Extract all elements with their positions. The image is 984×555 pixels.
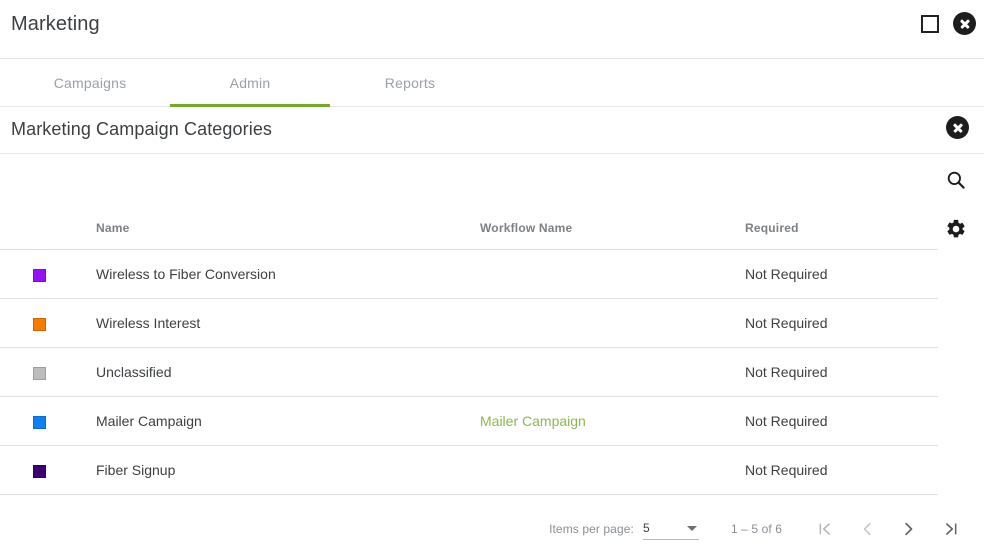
row-color-cell (0, 249, 96, 299)
window-title-bar: Marketing (0, 0, 984, 59)
section-close-button[interactable] (946, 116, 969, 139)
row-color-cell (0, 396, 96, 446)
row-workflow (480, 347, 745, 397)
table-row[interactable]: Mailer Campaign Mailer Campaign Not Requ… (0, 396, 938, 446)
row-workflow (480, 298, 745, 348)
paginator: Items per page: 5 1 – 5 of 6 (0, 507, 984, 551)
row-required: Not Required (745, 445, 938, 495)
row-name: Mailer Campaign (96, 396, 480, 446)
section-title: Marketing Campaign Categories (11, 119, 273, 139)
circle-close-icon[interactable] (953, 12, 976, 35)
next-page-icon[interactable] (896, 516, 922, 542)
row-color-cell (0, 298, 96, 348)
row-workflow: Mailer Campaign (480, 396, 745, 446)
color-swatch (33, 317, 46, 331)
col-header-workflow-name: Workflow Name (480, 155, 745, 250)
tab-admin[interactable]: Admin (170, 59, 330, 107)
row-name: Unclassified (96, 347, 480, 397)
table-action-icons (943, 167, 969, 242)
row-name: Wireless Interest (96, 298, 480, 348)
app-window: Marketing Campaigns Admin Reports Market… (0, 0, 984, 555)
tab-bar: Campaigns Admin Reports (0, 59, 984, 107)
row-required: Not Required (745, 298, 938, 348)
table-header: Name Workflow Name Required (0, 155, 938, 250)
chevron-down-icon (686, 525, 697, 531)
categories-table: Name Workflow Name Required Wireless to … (0, 155, 938, 495)
page-title: Marketing (11, 13, 100, 35)
row-color-cell (0, 445, 96, 495)
row-name: Fiber Signup (96, 445, 480, 495)
col-header-name: Name (96, 155, 480, 250)
tab-admin-label: Admin (229, 75, 271, 91)
items-per-page-value: 5 (642, 520, 650, 535)
section-header: Marketing Campaign Categories (0, 107, 984, 154)
tab-reports[interactable]: Reports (330, 59, 490, 107)
items-per-page-label: Items per page: (549, 522, 634, 536)
row-required: Not Required (745, 347, 938, 397)
row-workflow (480, 249, 745, 299)
color-swatch (33, 415, 46, 429)
row-required: Not Required (745, 249, 938, 299)
row-required: Not Required (745, 396, 938, 446)
last-page-icon[interactable] (938, 516, 964, 542)
color-swatch (33, 366, 46, 380)
row-workflow (480, 445, 745, 495)
col-header-color (0, 155, 96, 250)
table-header-row: Name Workflow Name Required (0, 155, 938, 250)
col-header-required: Required (745, 155, 938, 250)
first-page-icon[interactable] (812, 516, 838, 542)
tab-campaigns-label: Campaigns (53, 75, 127, 91)
color-swatch (33, 464, 46, 478)
row-name: Wireless to Fiber Conversion (96, 249, 480, 299)
tab-campaigns[interactable]: Campaigns (10, 59, 170, 107)
previous-page-icon[interactable] (854, 516, 880, 542)
tab-reports-label: Reports (384, 75, 436, 91)
search-icon[interactable] (943, 167, 969, 193)
page-range-label: 1 – 5 of 6 (730, 522, 782, 536)
table-row[interactable]: Wireless Interest Not Required (0, 298, 938, 348)
table-body: Wireless to Fiber Conversion Not Require… (0, 249, 938, 495)
table-row[interactable]: Unclassified Not Required (0, 347, 938, 397)
categories-table-container: Name Workflow Name Required Wireless to … (0, 155, 938, 495)
square-maximize-icon[interactable] (921, 14, 939, 33)
workflow-link[interactable]: Mailer Campaign (480, 413, 586, 429)
items-per-page-select[interactable]: 5 (642, 519, 699, 540)
color-swatch (33, 268, 46, 282)
gear-icon[interactable] (943, 216, 969, 242)
row-color-cell (0, 347, 96, 397)
circle-close-icon (946, 116, 969, 139)
window-controls (921, 12, 976, 35)
table-row[interactable]: Wireless to Fiber Conversion Not Require… (0, 249, 938, 299)
table-row[interactable]: Fiber Signup Not Required (0, 445, 938, 495)
pagination-buttons (812, 516, 964, 542)
